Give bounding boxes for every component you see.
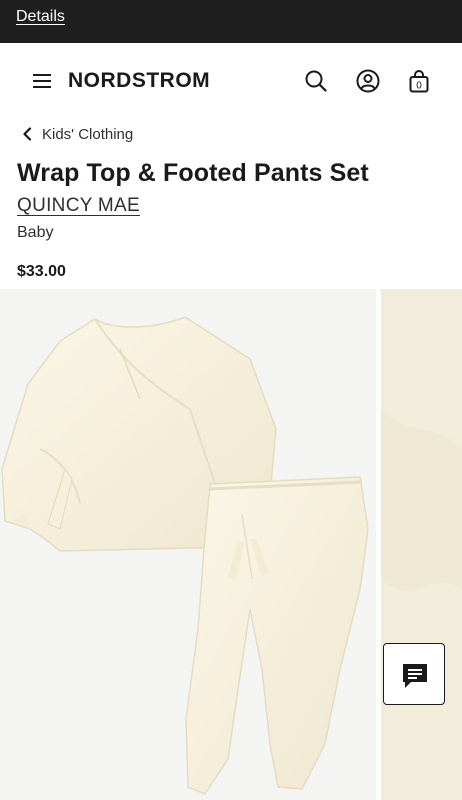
promo-banner: Details bbox=[0, 0, 462, 43]
product-image-gallery[interactable] bbox=[0, 289, 462, 800]
account-icon bbox=[356, 69, 380, 93]
breadcrumb-label[interactable]: Kids' Clothing bbox=[42, 126, 133, 143]
hamburger-icon-line bbox=[33, 80, 51, 82]
product-photo-wrap-top-and-pants bbox=[1, 316, 369, 795]
shopping-bag-button[interactable]: 0 bbox=[406, 68, 432, 94]
hamburger-icon bbox=[33, 74, 51, 76]
product-price: $33.00 bbox=[17, 263, 66, 280]
promo-details-link[interactable]: Details bbox=[16, 8, 65, 26]
site-header: NORDSTROM 0 bbox=[0, 43, 462, 120]
search-button[interactable] bbox=[303, 68, 329, 94]
nordstrom-logo[interactable]: NORDSTROM bbox=[68, 69, 210, 93]
menu-button[interactable] bbox=[30, 69, 56, 93]
chevron-left-icon bbox=[23, 127, 32, 141]
breadcrumb[interactable]: Kids' Clothing bbox=[22, 124, 133, 144]
bag-count: 0 bbox=[416, 81, 422, 92]
product-image-main[interactable] bbox=[0, 289, 376, 800]
product-photo-fabric-detail bbox=[381, 289, 462, 800]
product-category: Baby bbox=[17, 224, 54, 241]
brand-link[interactable]: QUINCY MAE bbox=[17, 195, 140, 217]
chat-button[interactable] bbox=[383, 643, 445, 705]
hamburger-icon-line bbox=[33, 86, 51, 88]
shopping-bag-icon: 0 bbox=[409, 70, 429, 93]
chat-icon bbox=[403, 664, 427, 688]
account-button[interactable] bbox=[355, 68, 381, 94]
product-title: Wrap Top & Footed Pants Set bbox=[17, 159, 369, 187]
search-icon bbox=[305, 70, 327, 92]
product-image-next[interactable] bbox=[381, 289, 462, 800]
